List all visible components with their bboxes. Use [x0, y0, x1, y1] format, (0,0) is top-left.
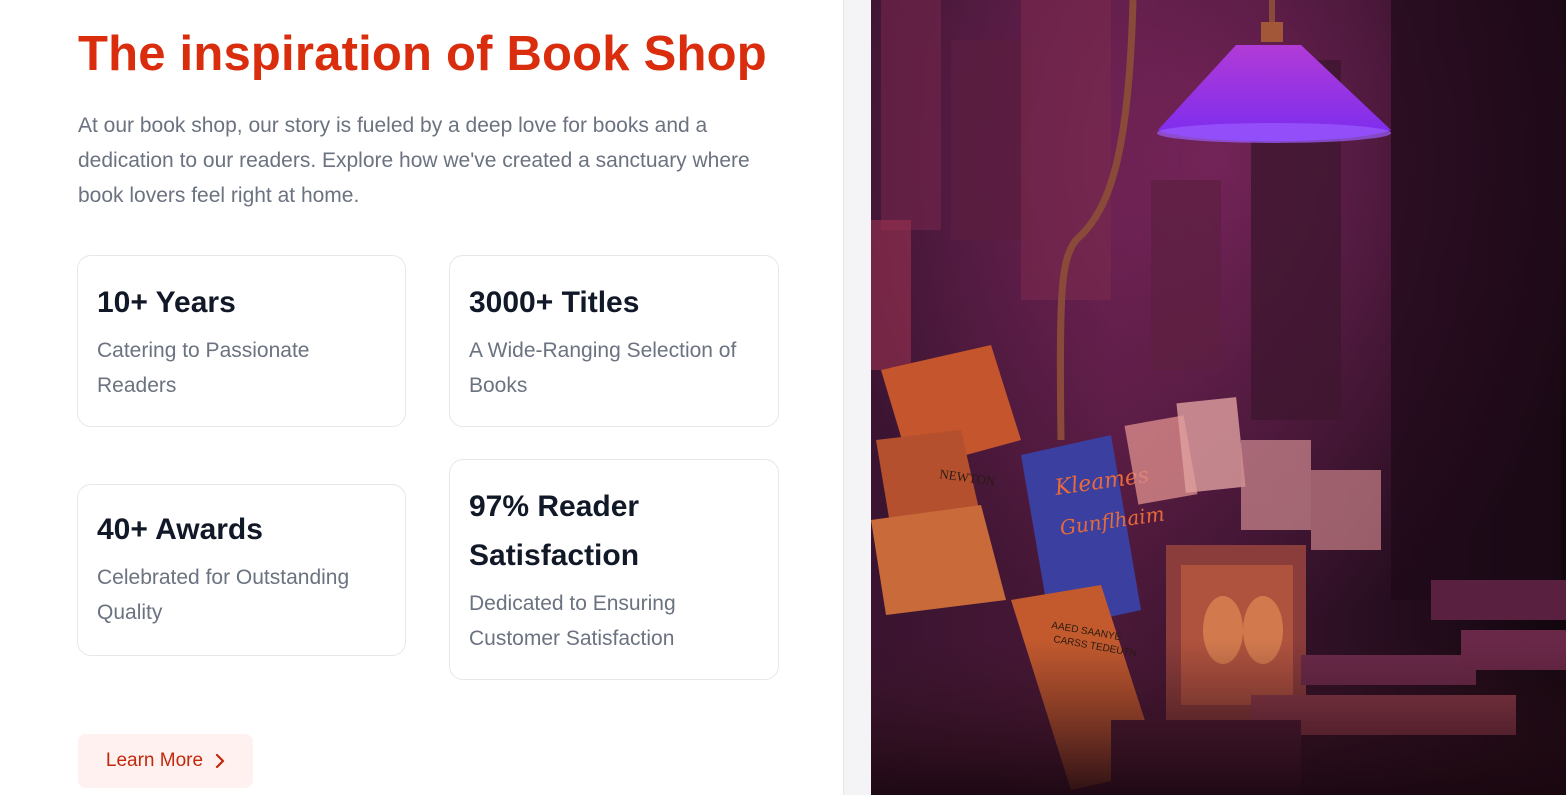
stat-card-satisfaction: 97% Reader Satisfaction Dedicated to Ens… — [449, 459, 779, 680]
stat-title: 97% Reader Satisfaction — [469, 490, 640, 572]
stat-description: Dedicated to Ensuring Customer Satisfact… — [469, 592, 676, 650]
stat-card-years: 10+ Years Catering to Passionate Readers — [77, 255, 406, 427]
stat-card-titles: 3000+ Titles A Wide-Ranging Selection of… — [449, 255, 779, 427]
learn-more-label: Learn More — [105, 750, 204, 771]
stat-title: 10+ Years — [97, 286, 236, 319]
stat-title: 3000+ Titles — [469, 286, 640, 319]
stat-title: 40+ Awards — [97, 513, 263, 546]
bookshop-photo: NEWTON Kleames Gunflhaim AAED SAANYE CAR… — [871, 0, 1566, 795]
stat-description: Celebrated for Outstanding Quality — [97, 566, 350, 624]
section-divider — [843, 0, 871, 795]
chevron-right-icon — [215, 753, 225, 769]
stat-card-awards: 40+ Awards Celebrated for Outstanding Qu… — [77, 484, 406, 656]
section-title: The inspiration of Book Shop — [78, 27, 767, 81]
section-intro: At our book shop, our story is fueled by… — [78, 114, 750, 207]
stat-description: Catering to Passionate Readers — [97, 339, 310, 397]
about-section: The inspiration of Book Shop At our book… — [0, 0, 843, 795]
learn-more-button[interactable]: Learn More — [78, 734, 253, 788]
stat-description: A Wide-Ranging Selection of Books — [469, 339, 737, 397]
